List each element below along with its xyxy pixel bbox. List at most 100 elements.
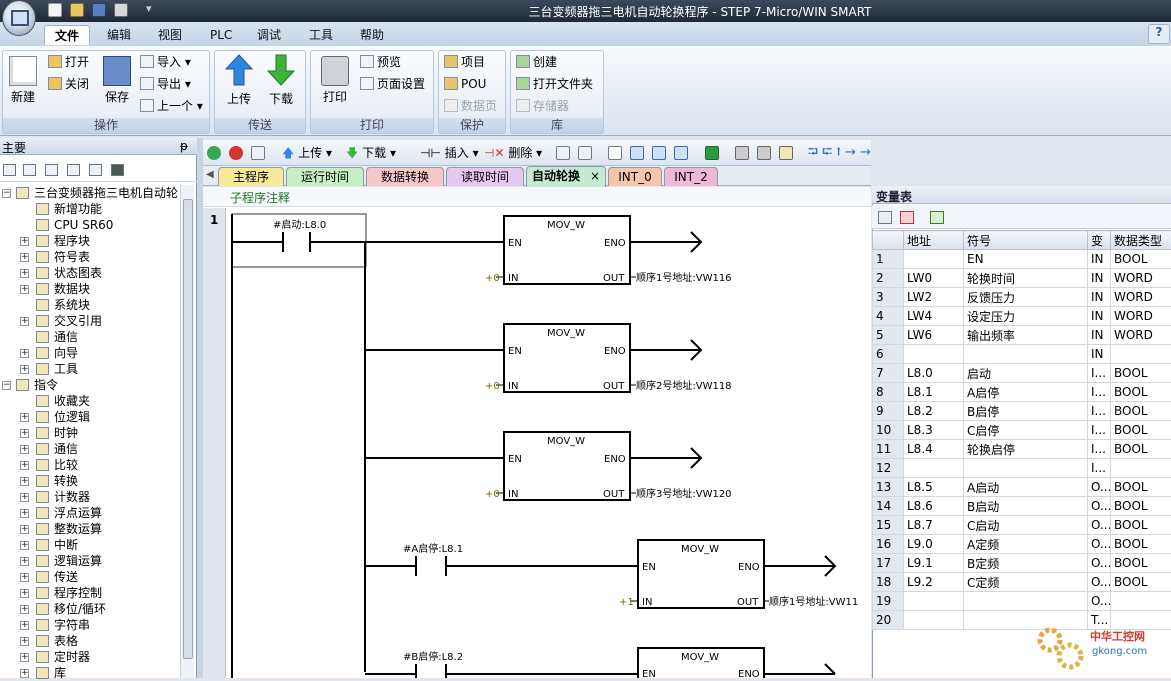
subroutine-comment-row[interactable] [203, 187, 871, 207]
tab-4[interactable]: 自动轮换× [526, 166, 606, 187]
quick-access-dropdown-icon[interactable]: ▾ [146, 2, 152, 15]
tree-item[interactable]: +交叉引用 [0, 313, 180, 329]
address-cell[interactable] [904, 345, 964, 364]
new-button[interactable]: 新建 [6, 56, 40, 105]
data-type-cell[interactable] [1111, 459, 1171, 478]
tree-item[interactable]: +通信 [0, 441, 180, 457]
tree-item[interactable]: +定时器 [0, 649, 180, 665]
address-cell[interactable]: L8.4 [904, 440, 964, 459]
new-file-icon[interactable] [48, 3, 62, 17]
expand-icon[interactable]: + [20, 253, 29, 262]
save-button[interactable]: 保存 [100, 56, 134, 105]
tab-6[interactable]: INT_2 [664, 167, 718, 186]
network2-icon[interactable] [578, 146, 592, 160]
data-type-cell[interactable]: BOOL [1111, 250, 1171, 269]
data-type-cell[interactable]: WORD [1111, 307, 1171, 326]
memory-button[interactable]: 存储器 [516, 96, 569, 116]
data-page-protect-button[interactable]: 数据页 [444, 96, 497, 116]
tree-item[interactable]: +比较 [0, 457, 180, 473]
expand-icon[interactable]: + [20, 541, 29, 550]
tree-item[interactable]: +整数运算 [0, 521, 180, 537]
tree-page2-icon[interactable] [67, 164, 80, 176]
symbol-cell[interactable]: 反馈压力 [964, 288, 1088, 307]
help-button[interactable]: ? [1148, 24, 1170, 44]
previous-button[interactable]: 上一个 ▾ [140, 96, 203, 116]
table-row[interactable]: 13L8.5A启动O...BOOL [873, 478, 1171, 497]
var-type-cell[interactable]: I... [1088, 383, 1111, 402]
var-type-cell[interactable]: IN [1088, 307, 1111, 326]
symbol-cell[interactable]: B定频 [964, 554, 1088, 573]
tree-item[interactable]: +浮点运算 [0, 505, 180, 521]
expand-icon[interactable]: + [20, 573, 29, 582]
tree-item[interactable]: +位逻辑 [0, 409, 180, 425]
expand-icon[interactable]: + [20, 621, 29, 630]
var-type-cell[interactable]: O... [1088, 592, 1111, 611]
open-folder-button[interactable]: 打开文件夹 [516, 74, 593, 94]
delete-button[interactable]: ⊣✕ 删除 ▾ [484, 144, 542, 162]
data-type-cell[interactable]: BOOL [1111, 554, 1171, 573]
tab-5[interactable]: INT_0 [608, 167, 662, 186]
data-type-cell[interactable]: BOOL [1111, 383, 1171, 402]
column-header[interactable]: 变 [1088, 231, 1111, 250]
var-type-cell[interactable]: O... [1088, 516, 1111, 535]
compile-icon[interactable] [251, 146, 265, 160]
export-button[interactable]: 导出 ▾ [140, 74, 191, 94]
table-row[interactable]: 1ENINBOOL [873, 250, 1171, 269]
redo-icon[interactable] [652, 146, 666, 160]
address-cell[interactable]: L8.3 [904, 421, 964, 440]
download-tool-button[interactable]: 🡇 下载 ▾ [346, 144, 396, 162]
data-type-cell[interactable]: BOOL [1111, 573, 1171, 592]
data-type-cell[interactable] [1111, 345, 1171, 364]
data-type-cell[interactable]: BOOL [1111, 516, 1171, 535]
symbol-cell[interactable]: B启停 [964, 402, 1088, 421]
tab-0[interactable]: 主程序 [218, 167, 284, 186]
address-cell[interactable]: L8.1 [904, 383, 964, 402]
close-icon[interactable]: × [590, 169, 600, 183]
address-cell[interactable] [904, 250, 964, 269]
tree-item[interactable]: +库 [0, 665, 180, 681]
import-button[interactable]: 导入 ▾ [140, 52, 191, 72]
tree-item[interactable]: −三台变频器拖三电机自动轮 [0, 185, 180, 201]
in-value[interactable]: +0 [485, 381, 500, 392]
data-type-cell[interactable]: BOOL [1111, 478, 1171, 497]
symbol-cell[interactable]: C启停 [964, 421, 1088, 440]
in-value[interactable]: +0 [485, 489, 500, 500]
symbol-cell[interactable]: 轮换时间 [964, 269, 1088, 288]
preview-button[interactable]: 预览 [360, 52, 401, 72]
project-protect-button[interactable]: 项目 [444, 52, 485, 72]
data-type-cell[interactable]: WORD [1111, 269, 1171, 288]
expand-icon[interactable]: + [20, 669, 29, 678]
in-value[interactable]: +0 [485, 273, 500, 284]
run-icon[interactable] [207, 146, 221, 160]
tree-item[interactable]: +时钟 [0, 425, 180, 441]
var-type-cell[interactable]: IN [1088, 269, 1111, 288]
tree-item[interactable]: +中断 [0, 537, 180, 553]
var-type-cell[interactable]: O... [1088, 497, 1111, 516]
var-type-cell[interactable]: IN [1088, 250, 1111, 269]
var-type-cell[interactable]: O... [1088, 535, 1111, 554]
tree-item[interactable]: 新增功能 [0, 201, 180, 217]
create-library-button[interactable]: 创建 [516, 52, 557, 72]
address-cell[interactable] [904, 592, 964, 611]
var-type-cell[interactable]: O... [1088, 478, 1111, 497]
tree-item[interactable]: −指令 [0, 377, 180, 393]
tree-scrollbar[interactable] [180, 185, 194, 678]
symbol-cell[interactable]: B启动 [964, 497, 1088, 516]
table-row[interactable]: 6IN [873, 345, 1171, 364]
symbol-cell[interactable]: 启动 [964, 364, 1088, 383]
data-type-cell[interactable]: BOOL [1111, 497, 1171, 516]
table-row[interactable]: 11L8.4轮换启停I...BOOL [873, 440, 1171, 459]
tree-item[interactable]: +计数器 [0, 489, 180, 505]
menu-tools[interactable]: 工具 [299, 25, 343, 45]
expand-icon[interactable]: + [20, 477, 29, 486]
tree-item[interactable]: +转换 [0, 473, 180, 489]
column-header[interactable] [873, 231, 904, 250]
tree-list-icon[interactable] [23, 164, 36, 176]
expand-icon[interactable]: + [20, 365, 29, 374]
insert-row-icon[interactable] [878, 211, 892, 224]
menu-view[interactable]: 视图 [148, 25, 192, 45]
export-table-icon[interactable] [930, 211, 944, 224]
table-row[interactable]: 3LW2反馈压力INWORD [873, 288, 1171, 307]
address-cell[interactable]: LW0 [904, 269, 964, 288]
address-cell[interactable]: L8.2 [904, 402, 964, 421]
